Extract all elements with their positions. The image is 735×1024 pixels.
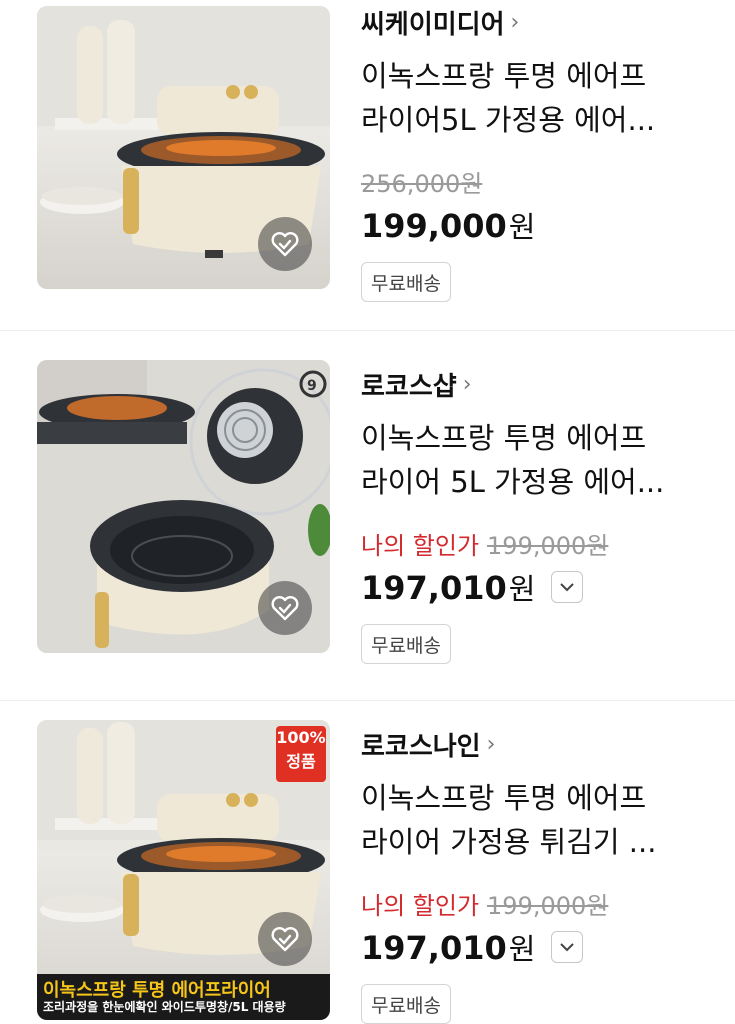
divider: [0, 330, 735, 331]
seller-name: 씨케이미디어: [361, 10, 505, 40]
chevron-down-icon: [560, 582, 575, 591]
authentic-badge-text: 정품: [286, 752, 316, 771]
product-title-line: 이녹스프랑 투명 에어프: [361, 781, 647, 815]
currency-unit: 원: [508, 210, 536, 244]
my-discount-label: 나의 할인가: [361, 892, 480, 920]
currency-unit: 원: [508, 932, 536, 966]
sale-price: 199,000: [361, 207, 507, 245]
banner-subtext: 조리과정을 한눈에확인 와이드투명창/5L 대용량: [43, 1000, 286, 1014]
wishlist-button[interactable]: [258, 581, 312, 635]
price-row: 197,010 원: [361, 566, 584, 608]
my-discount-row: 나의 할인가 199,000원: [361, 886, 608, 921]
seller-name: 로코스나인: [361, 732, 481, 762]
seller-link[interactable]: 씨케이미디어 ›: [361, 4, 519, 41]
product-thumbnail[interactable]: [37, 6, 330, 289]
product-card[interactable]: 9 로코스샵 › 이녹스프랑 투명 에어프 라이어 5L 가정용 에어... 나…: [0, 352, 735, 692]
my-discount-row: 나의 할인가 199,000원: [361, 526, 608, 561]
authentic-badge: 100% 정품: [276, 726, 326, 782]
wishlist-button[interactable]: [258, 217, 312, 271]
original-price: 199,000원: [487, 892, 609, 920]
chevron-down-icon: [560, 942, 575, 951]
chevron-right-icon: ›: [486, 732, 496, 757]
heart-check-icon: [271, 232, 299, 257]
original-price: 199,000원: [487, 532, 609, 560]
seller-name: 로코스샵: [361, 372, 457, 402]
thumbnail-corner-mark: 9: [307, 378, 317, 394]
free-shipping-badge: 무료배송: [361, 984, 451, 1024]
price-detail-dropdown[interactable]: [551, 571, 584, 603]
price-row: 197,010 원: [361, 926, 584, 968]
product-title-line: 이녹스프랑 투명 에어프: [361, 59, 647, 93]
divider: [0, 700, 735, 701]
price-row: 199,000 원: [361, 204, 535, 246]
product-title-line: 라이어 가정용 튀김기 ...: [361, 825, 657, 859]
product-title-line: 이녹스프랑 투명 에어프: [361, 421, 647, 455]
sale-price: 197,010: [361, 929, 507, 967]
seller-link[interactable]: 로코스나인 ›: [361, 726, 495, 763]
chevron-right-icon: ›: [510, 10, 520, 35]
heart-check-icon: [271, 596, 299, 621]
my-discount-label: 나의 할인가: [361, 532, 480, 560]
wishlist-button[interactable]: [258, 912, 312, 966]
product-thumbnail[interactable]: 100% 정품 이녹스프랑 투명 에어프라이어 조리과정을 한눈에확인 와이드투…: [37, 720, 330, 1020]
sale-price: 197,010: [361, 569, 507, 607]
product-title[interactable]: 이녹스프랑 투명 에어프 라이어5L 가정용 에어...: [361, 54, 701, 142]
seller-link[interactable]: 로코스샵 ›: [361, 366, 472, 403]
currency-unit: 원: [508, 572, 536, 606]
free-shipping-badge: 무료배송: [361, 624, 451, 664]
product-title[interactable]: 이녹스프랑 투명 에어프 라이어 가정용 튀김기 ...: [361, 776, 701, 864]
product-card[interactable]: 100% 정품 이녹스프랑 투명 에어프라이어 조리과정을 한눈에확인 와이드투…: [0, 712, 735, 1024]
thumbnail-banner: 이녹스프랑 투명 에어프라이어 조리과정을 한눈에확인 와이드투명창/5L 대용…: [37, 974, 330, 1020]
product-card[interactable]: 씨케이미디어 › 이녹스프랑 투명 에어프 라이어5L 가정용 에어... 25…: [0, 0, 735, 318]
original-price: 256,000원: [361, 170, 483, 198]
product-thumbnail[interactable]: 9: [37, 360, 330, 653]
product-title[interactable]: 이녹스프랑 투명 에어프 라이어 5L 가정용 에어...: [361, 416, 701, 504]
authentic-badge-percent: 100%: [276, 728, 326, 747]
price-detail-dropdown[interactable]: [551, 931, 584, 963]
free-shipping-badge: 무료배송: [361, 262, 451, 302]
chevron-right-icon: ›: [462, 372, 472, 397]
product-title-line: 라이어5L 가정용 에어...: [361, 103, 656, 137]
product-title-line: 라이어 5L 가정용 에어...: [361, 465, 665, 499]
heart-check-icon: [271, 927, 299, 952]
